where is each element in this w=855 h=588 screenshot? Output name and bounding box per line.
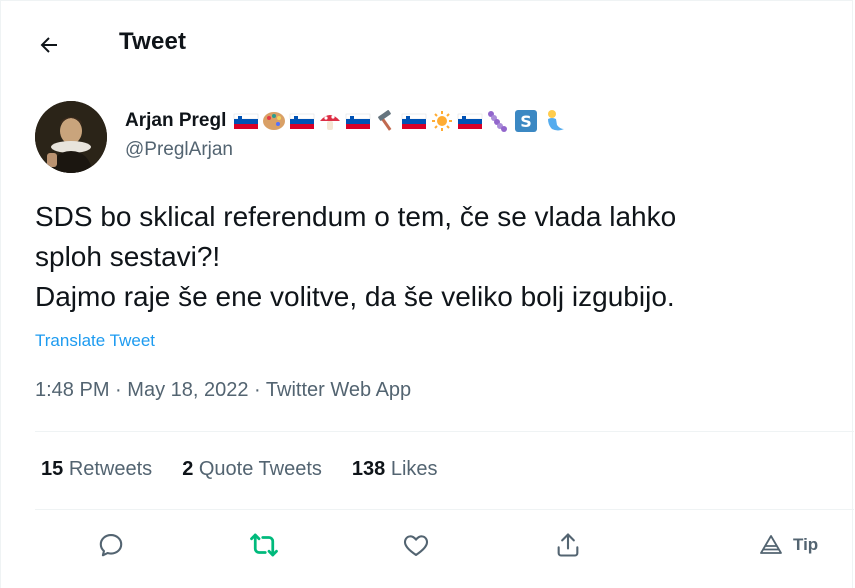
slovenia-flag-icon: [234, 113, 259, 129]
avatar-portrait-icon: [35, 101, 107, 173]
tweet-source[interactable]: Twitter Web App: [266, 379, 411, 401]
translate-tweet-link[interactable]: Translate Tweet: [35, 331, 155, 351]
author-name-row[interactable]: Arjan Pregl S: [125, 109, 568, 133]
slovenia-flag-icon: [346, 113, 371, 129]
back-button[interactable]: [29, 25, 69, 65]
merperson-icon: [548, 110, 565, 131]
tip-label: Tip: [793, 535, 819, 554]
tip-icon: [760, 535, 782, 554]
tip-button[interactable]: Tip: [759, 533, 818, 557]
divider: [35, 431, 854, 432]
tweet-text: SDS bo sklical referendum o tem, če se v…: [35, 197, 835, 317]
tweet-time[interactable]: 1:48 PM: [35, 379, 109, 401]
tweet-text-line: Dajmo raje še ene volitve, da še veliko …: [35, 281, 675, 312]
tweet-stats: 15 Retweets 2 Quote Tweets 138 Likes: [41, 458, 468, 481]
retweets-label: Retweets: [68, 458, 153, 480]
retweets-stat[interactable]: 15 Retweets: [41, 458, 152, 481]
author-handle[interactable]: @PreglArjan: [125, 139, 233, 161]
meta-separator: ·: [115, 379, 122, 401]
caterpillar-icon: [488, 111, 508, 132]
quote-tweets-stat[interactable]: 2 Quote Tweets: [182, 458, 322, 481]
likes-label: Likes: [390, 458, 438, 480]
reply-icon: [99, 534, 123, 557]
hammer-icon: [378, 110, 392, 131]
slovenia-flag-icon: [290, 113, 315, 129]
page-header: Tweet: [1, 1, 854, 87]
heart-icon: [403, 535, 429, 556]
like-button[interactable]: [396, 525, 436, 565]
tweet-meta: 1:48 PM · May 18, 2022 · Twitter Web App: [35, 379, 411, 402]
reply-button[interactable]: [91, 525, 131, 565]
tweet-text-line: sploh sestavi?!: [35, 241, 221, 272]
retweet-button[interactable]: [244, 525, 284, 565]
likes-count: 138: [351, 458, 386, 480]
s-block-icon: S: [515, 110, 538, 132]
name-emojis: S: [232, 109, 568, 133]
avatar[interactable]: [35, 101, 107, 173]
tweet-page: Tweet Arjan Pregl S @PreglArjan SDS bo s…: [0, 0, 854, 588]
page-title: Tweet: [119, 28, 187, 55]
slovenia-flag-icon: [402, 113, 427, 129]
artist-palette-icon: [263, 112, 286, 130]
arrow-left-icon: [40, 37, 57, 53]
sun-icon: [432, 111, 453, 131]
retweet-icon: [250, 533, 278, 557]
author-display-name[interactable]: Arjan Pregl: [125, 110, 226, 132]
slovenia-flag-icon: [458, 113, 483, 129]
likes-stat[interactable]: 138 Likes: [352, 458, 438, 481]
quote-tweets-count: 2: [182, 458, 194, 480]
meta-separator: ·: [254, 379, 261, 401]
tweet-date[interactable]: May 18, 2022: [127, 379, 248, 401]
share-button[interactable]: [548, 525, 588, 565]
divider: [35, 509, 854, 510]
mushroom-icon: [320, 115, 341, 130]
svg-text:S: S: [521, 112, 533, 131]
tweet-text-line: SDS bo sklical referendum o tem, če se v…: [35, 201, 677, 232]
retweets-count: 15: [41, 458, 64, 480]
quote-tweets-label: Quote Tweets: [198, 458, 322, 480]
share-icon: [557, 533, 579, 557]
